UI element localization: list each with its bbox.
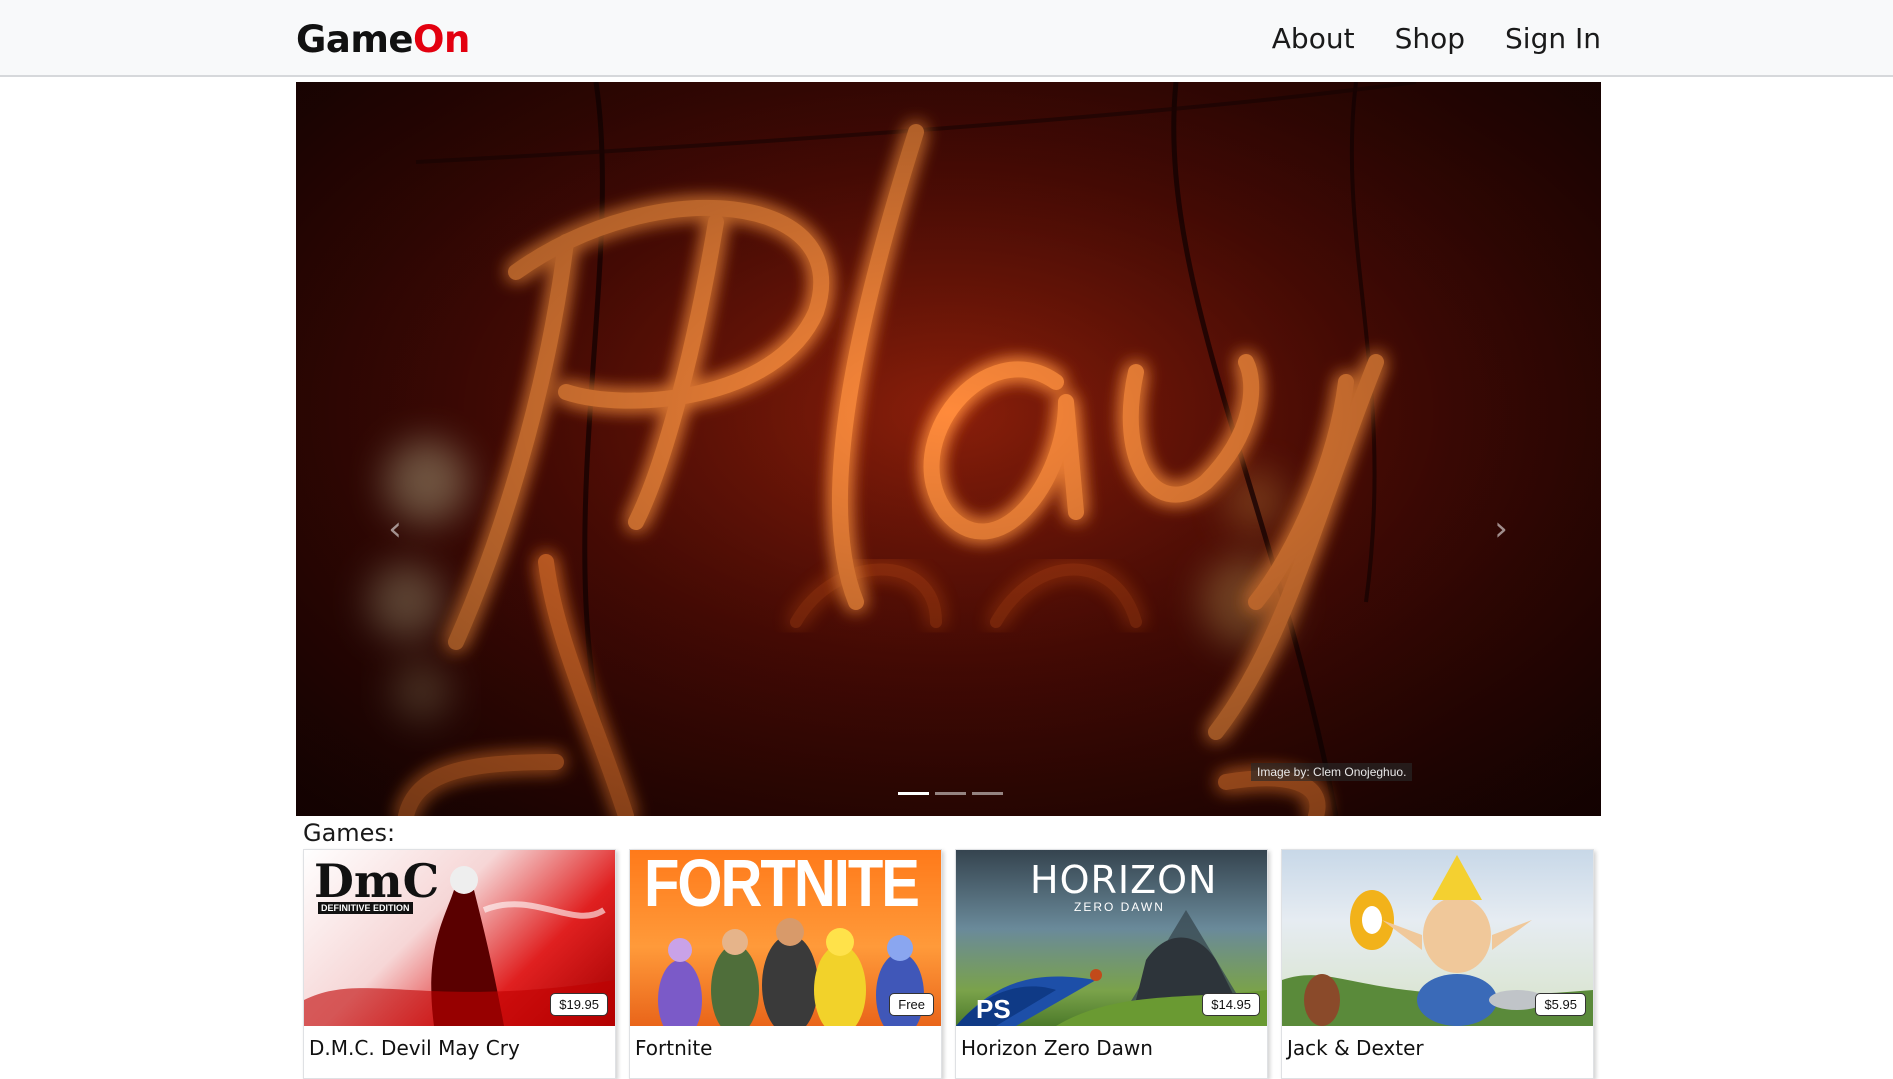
game-card-horizon[interactable]: PS HORIZON ZERO DAWN $14.95 Horizon Zero…	[955, 849, 1268, 1079]
carousel-prev-button[interactable]: ‹	[375, 509, 415, 549]
carousel-indicator-3[interactable]	[972, 792, 1003, 795]
game-title: Jack & Dexter	[1287, 1036, 1424, 1060]
price-badge: $19.95	[550, 993, 608, 1016]
svg-text:PS: PS	[976, 994, 1011, 1024]
nav-link-sign-in[interactable]: Sign In	[1505, 20, 1601, 58]
game-title: Fortnite	[635, 1036, 713, 1060]
cover-title-horizon: HORIZON	[1030, 858, 1218, 902]
game-card-jack-dexter[interactable]: $5.95 Jack & Dexter	[1281, 849, 1594, 1079]
cover-title-fortnite: FORTNITE	[644, 850, 920, 921]
carousel-indicator-1[interactable]	[898, 792, 929, 795]
brand-logo[interactable]: GameOn	[296, 18, 470, 62]
game-card-fortnite[interactable]: FORTNITE Free Fortnite	[629, 849, 942, 1079]
carousel-next-button[interactable]: ›	[1481, 509, 1521, 549]
navbar: GameOn About Shop Sign In	[0, 0, 1893, 77]
cover-title-dmc: DmC	[314, 854, 440, 908]
carousel-indicators	[898, 792, 1003, 795]
carousel-indicator-2[interactable]	[935, 792, 966, 795]
cover-subtitle-horizon: ZERO DAWN	[1074, 900, 1165, 914]
games-heading: Games:	[303, 819, 396, 847]
nav-link-shop[interactable]: Shop	[1395, 20, 1465, 58]
nav-links: About Shop Sign In	[1272, 20, 1601, 58]
cover-subtitle-dmc: DEFINITIVE EDITION	[318, 902, 413, 914]
hero-carousel: ‹ › Image by: Clem Onojeghuo.	[296, 82, 1601, 816]
game-title: D.M.C. Devil May Cry	[309, 1036, 520, 1060]
brand-part-game: Game	[296, 18, 414, 61]
game-card-dmc[interactable]: DmC DEFINITIVE EDITION $19.95 D.M.C. Dev…	[303, 849, 616, 1079]
neon-sign-image	[296, 82, 1601, 816]
brand-part-on: On	[413, 18, 470, 61]
game-title: Horizon Zero Dawn	[961, 1036, 1153, 1060]
price-badge: $5.95	[1535, 993, 1586, 1016]
nav-link-about[interactable]: About	[1272, 20, 1355, 58]
price-badge: Free	[889, 993, 934, 1016]
image-credit: Image by: Clem Onojeghuo.	[1251, 763, 1413, 781]
price-badge: $14.95	[1202, 993, 1260, 1016]
